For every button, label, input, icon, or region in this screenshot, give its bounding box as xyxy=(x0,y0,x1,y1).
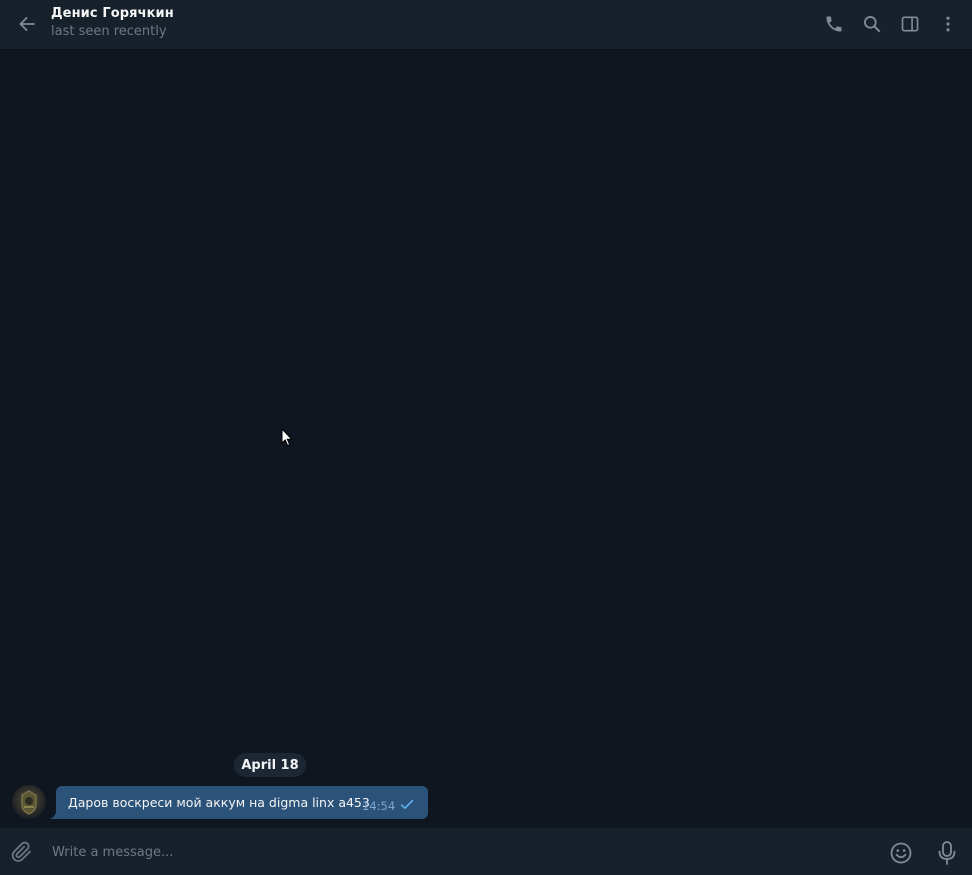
back-arrow-icon xyxy=(19,17,35,31)
telegram-chat-window: Денис Горячкин last seen recently April … xyxy=(0,0,972,875)
message-composer xyxy=(0,828,972,875)
contact-status: last seen recently xyxy=(51,24,167,39)
paperclip-icon xyxy=(11,841,31,862)
date-separator: April 18 xyxy=(234,753,306,777)
avatar[interactable] xyxy=(12,785,46,819)
single-check-icon xyxy=(400,799,414,809)
emoji-icon xyxy=(890,842,912,864)
call-button[interactable] xyxy=(821,11,847,37)
phone-icon xyxy=(826,16,842,32)
attach-button[interactable] xyxy=(8,839,36,865)
sidebar-toggle-icon xyxy=(901,16,919,32)
search-icon xyxy=(864,16,881,33)
voice-record-button[interactable] xyxy=(934,839,960,867)
sidebar-toggle-button[interactable] xyxy=(897,11,923,37)
bubble-tail xyxy=(50,810,57,819)
message-bubble[interactable]: Даров воскреси мой аккум на digma linx a… xyxy=(50,786,428,819)
mouse-cursor-icon xyxy=(281,427,293,451)
search-button[interactable] xyxy=(859,11,885,37)
message-text: Даров воскреси мой аккум на digma linx a… xyxy=(68,795,370,810)
chat-title-block[interactable]: Денис Горячкин last seen recently xyxy=(51,5,174,41)
message-time: 14:54 xyxy=(362,799,396,813)
emoji-button[interactable] xyxy=(888,840,914,866)
back-button[interactable] xyxy=(12,9,42,39)
more-options-button[interactable] xyxy=(935,11,961,37)
more-vertical-icon xyxy=(946,16,950,32)
contact-name: Денис Горячкин xyxy=(51,6,174,21)
microphone-icon xyxy=(938,841,956,865)
avatar-emblem-icon xyxy=(21,790,37,815)
message-input[interactable] xyxy=(52,840,872,864)
chat-header: Денис Горячкин last seen recently xyxy=(0,0,972,50)
chat-history[interactable]: April 18 Даров воскреси мой аккум на dig… xyxy=(0,50,972,828)
